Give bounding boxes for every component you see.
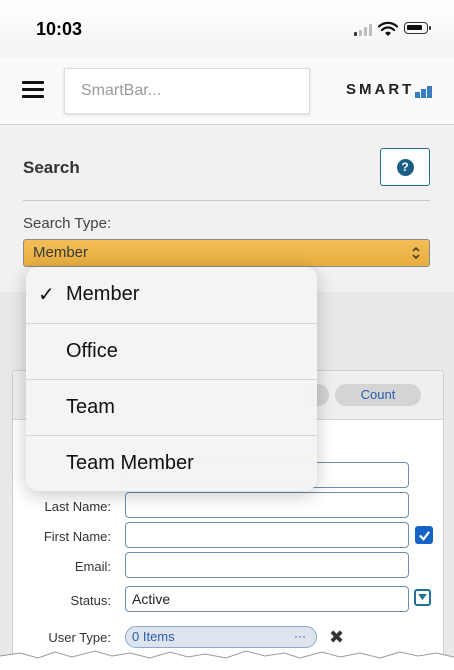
tab-count[interactable]: Count <box>335 384 421 406</box>
caret-down-icon <box>418 594 427 601</box>
status-select[interactable]: Active <box>125 586 409 612</box>
battery-icon <box>404 22 431 34</box>
divider <box>23 200 430 201</box>
option-office[interactable]: Office <box>26 323 317 380</box>
status-value: Active <box>132 591 171 607</box>
signal-icon <box>354 24 372 36</box>
status-label: Status: <box>70 593 111 608</box>
logo-text: SMART <box>346 81 415 98</box>
option-team[interactable]: Team <box>26 379 317 436</box>
option-team-member[interactable]: Team Member <box>26 435 317 491</box>
app-header: SMART <box>0 58 454 125</box>
checkmark-icon: ✓ <box>38 284 55 306</box>
help-icon: ? <box>396 158 414 176</box>
first-name-field[interactable] <box>125 522 409 548</box>
status-time: 10:03 <box>36 19 83 39</box>
torn-edge <box>0 650 454 670</box>
smartbar-input[interactable] <box>64 68 310 114</box>
logo-bars-icon <box>415 86 433 98</box>
first-name-checkbox[interactable] <box>415 526 433 544</box>
search-type-select[interactable]: Member <box>23 239 430 267</box>
help-button[interactable]: ? <box>380 148 430 186</box>
status-dropdown-button[interactable] <box>414 589 431 606</box>
search-type-label: Search Type: <box>23 215 112 232</box>
email-label: Email: <box>74 559 111 574</box>
search-type-dropdown: ✓ Member Office Team Team Member <box>26 267 317 491</box>
option-label: Team Member <box>66 452 194 474</box>
select-arrows-icon <box>412 246 420 260</box>
wifi-icon <box>378 21 398 36</box>
option-label: Member <box>66 283 140 305</box>
search-type-value: Member <box>33 244 89 261</box>
smart-logo: SMART <box>346 80 433 98</box>
status-bar: 10:03 <box>0 0 454 58</box>
option-label: Office <box>66 340 118 362</box>
check-icon <box>418 530 430 541</box>
last-name-field[interactable] <box>125 492 409 518</box>
last-name-label: Last Name: <box>44 499 111 514</box>
search-title: Search <box>23 158 80 177</box>
menu-icon[interactable] <box>22 81 44 99</box>
option-label: Team <box>66 396 115 418</box>
first-name-label: First Name: <box>43 529 111 544</box>
email-field[interactable] <box>125 552 409 578</box>
option-member[interactable]: ✓ Member <box>26 267 317 323</box>
